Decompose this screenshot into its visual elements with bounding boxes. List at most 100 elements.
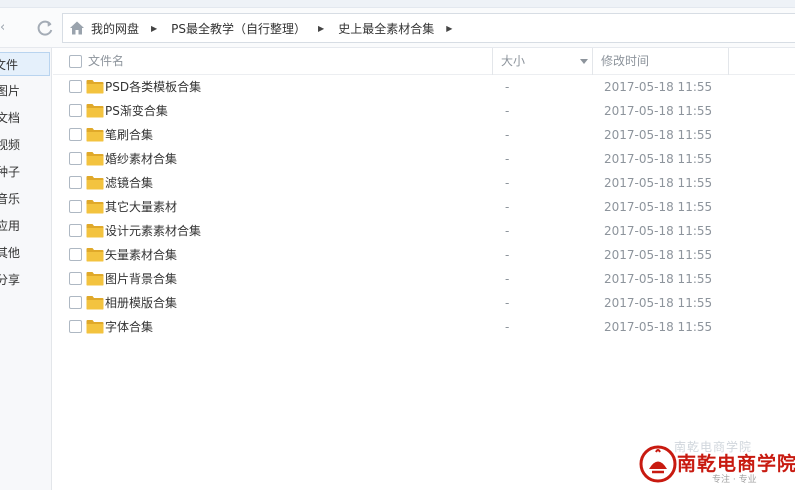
- row-checkbox[interactable]: [69, 128, 82, 141]
- file-size: -: [505, 200, 510, 214]
- column-header-modified[interactable]: 修改时间: [601, 48, 649, 75]
- file-size: -: [505, 296, 510, 310]
- table-row[interactable]: 婚纱素材合集 - 2017-05-18 11:55: [53, 147, 795, 171]
- file-size: -: [505, 272, 510, 286]
- file-name[interactable]: 婚纱素材合集: [105, 147, 177, 171]
- table-row[interactable]: 其它大量素材 - 2017-05-18 11:55: [53, 195, 795, 219]
- file-name[interactable]: PSD各类模板合集: [105, 75, 201, 99]
- table-row[interactable]: 图片背景合集 - 2017-05-18 11:55: [53, 267, 795, 291]
- column-header-name[interactable]: 文件名: [88, 48, 124, 75]
- window-top-band: [0, 0, 795, 8]
- file-size: -: [505, 104, 510, 118]
- file-name[interactable]: 字体合集: [105, 315, 153, 339]
- breadcrumb-item[interactable]: PS最全教学（自行整理）: [171, 20, 306, 37]
- sidebar-item-label: 种子: [0, 165, 21, 179]
- folder-icon: [86, 271, 104, 286]
- folder-icon: [86, 295, 104, 310]
- select-all-checkbox[interactable]: [69, 55, 82, 68]
- sidebar-item[interactable]: 其他: [0, 241, 52, 265]
- toolbar: ‹ 我的网盘 ▶ PS最全教学（自行整理） ▶ 史上最全素材合集 ▶: [0, 8, 795, 48]
- sidebar-item-label: 文件: [0, 58, 19, 72]
- folder-icon: [86, 175, 104, 190]
- folder-icon: [86, 223, 104, 238]
- row-checkbox[interactable]: [69, 176, 82, 189]
- refresh-icon[interactable]: [34, 17, 56, 39]
- file-size: -: [505, 320, 510, 334]
- file-modified-time: 2017-05-18 11:55: [604, 128, 713, 142]
- sidebar-item-label: 我的分享: [0, 273, 21, 287]
- sidebar-item[interactable]: 音乐: [0, 187, 52, 211]
- breadcrumb-separator-icon[interactable]: ▶: [318, 24, 324, 33]
- file-name[interactable]: 滤镜合集: [105, 171, 153, 195]
- sidebar-item[interactable]: 我的分享: [0, 268, 52, 292]
- file-modified-time: 2017-05-18 11:55: [604, 248, 713, 262]
- back-icon[interactable]: ‹: [0, 18, 12, 38]
- table-row[interactable]: 相册模版合集 - 2017-05-18 11:55: [53, 291, 795, 315]
- file-modified-time: 2017-05-18 11:55: [604, 296, 713, 310]
- file-modified-time: 2017-05-18 11:55: [604, 152, 713, 166]
- file-size: -: [505, 248, 510, 262]
- sidebar-item[interactable]: 视频: [0, 133, 52, 157]
- breadcrumb-list: 我的网盘 ▶ PS最全教学（自行整理） ▶ 史上最全素材合集 ▶: [91, 14, 466, 42]
- row-checkbox[interactable]: [69, 272, 82, 285]
- row-checkbox[interactable]: [69, 224, 82, 237]
- file-size: -: [505, 128, 510, 142]
- sidebar-item-label: 其他: [0, 246, 21, 260]
- table-row[interactable]: 滤镜合集 - 2017-05-18 11:55: [53, 171, 795, 195]
- column-divider: [728, 48, 729, 75]
- file-size: -: [505, 224, 510, 238]
- file-modified-time: 2017-05-18 11:55: [604, 320, 713, 334]
- sidebar-item[interactable]: 图片: [0, 79, 52, 103]
- row-checkbox[interactable]: [69, 320, 82, 333]
- breadcrumb-separator-icon[interactable]: ▶: [446, 24, 452, 33]
- refresh-icon-svg: [37, 20, 53, 36]
- row-checkbox[interactable]: [69, 248, 82, 261]
- sidebar-item-label: 图片: [0, 84, 21, 98]
- sidebar-item-label: 应用: [0, 219, 21, 233]
- row-checkbox[interactable]: [69, 152, 82, 165]
- home-icon[interactable]: [69, 20, 85, 36]
- row-checkbox[interactable]: [69, 200, 82, 213]
- file-name[interactable]: 笔刷合集: [105, 123, 153, 147]
- sidebar-item-label: 音乐: [0, 192, 21, 206]
- file-name[interactable]: 图片背景合集: [105, 267, 177, 291]
- table-row[interactable]: 笔刷合集 - 2017-05-18 11:55: [53, 123, 795, 147]
- folder-icon: [86, 79, 104, 94]
- file-modified-time: 2017-05-18 11:55: [604, 80, 713, 94]
- breadcrumb-separator-icon[interactable]: ▶: [151, 24, 157, 33]
- table-row[interactable]: 设计元素素材合集 - 2017-05-18 11:55: [53, 219, 795, 243]
- sort-dropdown-icon[interactable]: [580, 59, 588, 64]
- table-row[interactable]: PS渐变合集 - 2017-05-18 11:55: [53, 99, 795, 123]
- row-checkbox[interactable]: [69, 296, 82, 309]
- column-divider: [492, 48, 493, 75]
- sidebar-item[interactable]: 文档: [0, 106, 52, 130]
- table-row[interactable]: 字体合集 - 2017-05-18 11:55: [53, 315, 795, 339]
- file-modified-time: 2017-05-18 11:55: [604, 224, 713, 238]
- breadcrumb-item[interactable]: 我的网盘: [91, 20, 139, 37]
- column-header-size[interactable]: 大小: [501, 48, 525, 75]
- file-modified-time: 2017-05-18 11:55: [604, 176, 713, 190]
- home-icon-svg: [70, 21, 84, 35]
- sidebar-item[interactable]: 应用: [0, 214, 52, 238]
- folder-icon: [86, 319, 104, 334]
- table-row[interactable]: PSD各类模板合集 - 2017-05-18 11:55: [53, 75, 795, 99]
- file-modified-time: 2017-05-18 11:55: [604, 200, 713, 214]
- row-checkbox[interactable]: [69, 104, 82, 117]
- table-row[interactable]: 矢量素材合集 - 2017-05-18 11:55: [53, 243, 795, 267]
- file-name[interactable]: 矢量素材合集: [105, 243, 177, 267]
- sidebar-item[interactable]: 种子: [0, 160, 52, 184]
- file-name[interactable]: 相册模版合集: [105, 291, 177, 315]
- sidebar-item-label: 视频: [0, 138, 21, 152]
- column-divider: [592, 48, 593, 75]
- file-size: -: [505, 152, 510, 166]
- file-name[interactable]: PS渐变合集: [105, 99, 168, 123]
- folder-icon: [86, 151, 104, 166]
- folder-icon: [86, 199, 104, 214]
- sidebar-item[interactable]: 文件: [0, 52, 50, 76]
- file-name[interactable]: 其它大量素材: [105, 195, 177, 219]
- breadcrumb: 我的网盘 ▶ PS最全教学（自行整理） ▶ 史上最全素材合集 ▶: [62, 13, 795, 43]
- sidebar-item-label: 文档: [0, 111, 21, 125]
- file-name[interactable]: 设计元素素材合集: [105, 219, 201, 243]
- row-checkbox[interactable]: [69, 80, 82, 93]
- breadcrumb-item[interactable]: 史上最全素材合集: [338, 20, 434, 37]
